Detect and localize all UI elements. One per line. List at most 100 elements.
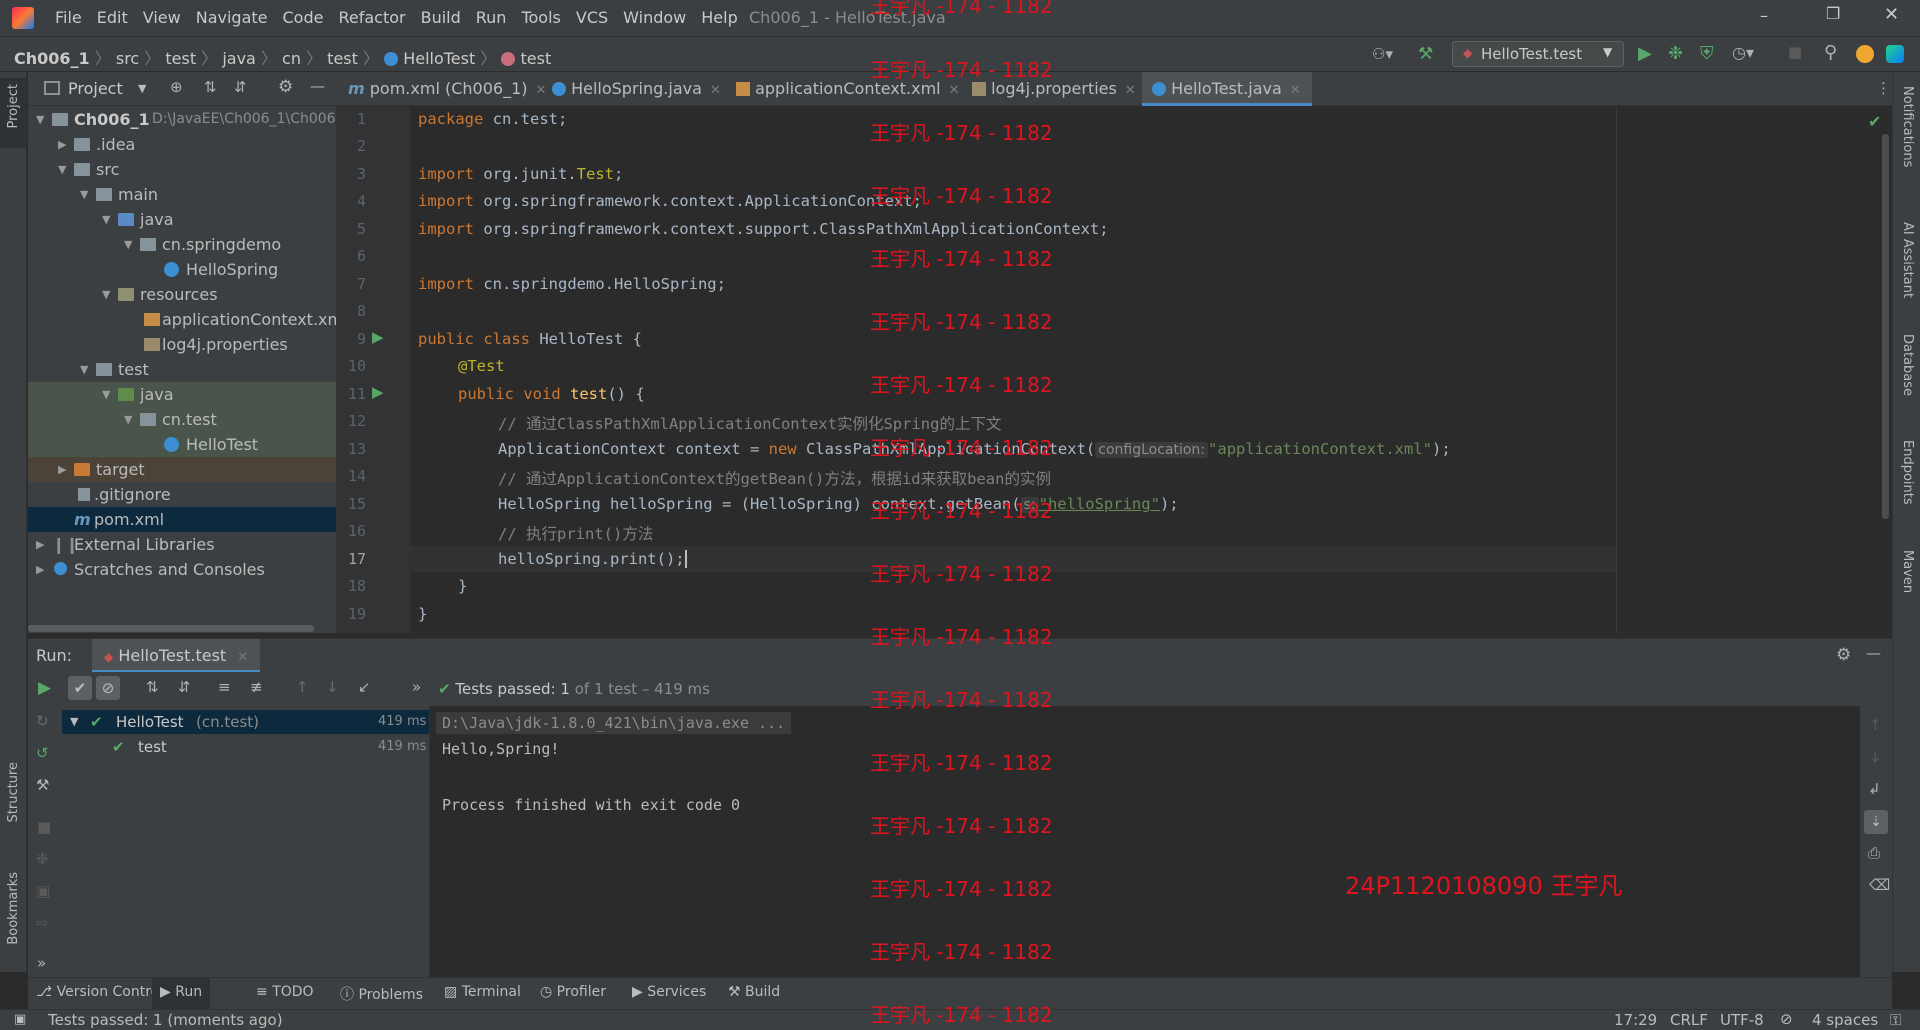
test-row[interactable]: ✔ test 419 ms — [62, 735, 429, 759]
menu-refactor[interactable]: Refactor — [338, 8, 405, 27]
tree-item-target[interactable]: ▶ target — [28, 457, 336, 482]
coverage-icon[interactable]: ⛨ — [1700, 43, 1714, 64]
gear-icon[interactable]: ⚙ — [278, 77, 293, 97]
tree-item-main[interactable]: ▼ main — [28, 182, 336, 207]
ide-logo-icon[interactable] — [1886, 45, 1904, 63]
scroll-to-end-icon[interactable]: ⇣ — [1864, 810, 1888, 834]
tree-item-log4j[interactable]: log4j.properties — [28, 332, 336, 357]
exit-icon[interactable]: ⇨ — [36, 914, 49, 932]
more-icon[interactable]: » — [412, 678, 421, 696]
breadcrumb-project[interactable]: Ch006_1 — [14, 49, 90, 68]
previous-icon[interactable]: ↑ — [296, 678, 309, 696]
camera-icon[interactable]: ▣ — [36, 882, 50, 900]
menu-tools[interactable]: Tools — [521, 8, 560, 27]
menu-run[interactable]: Run — [476, 8, 507, 27]
inspection-ok-icon[interactable]: ✔ — [1868, 112, 1881, 131]
breadcrumb-java[interactable]: java — [222, 49, 256, 68]
status-message[interactable]: Tests passed: 1 (moments ago) — [48, 1011, 283, 1029]
run-tab[interactable]: ◆ HelloTest.test ✕ — [92, 639, 261, 673]
minimize-button[interactable]: – — [1760, 6, 1768, 25]
console-output[interactable]: D:\Java\jdk-1.8.0_421\bin\java.exe ... H… — [430, 706, 1860, 977]
run-test-method-icon[interactable]: ▶ — [372, 383, 384, 401]
toggle-auto-test-icon[interactable]: ↺ — [36, 744, 49, 762]
notifications-tool-button[interactable]: Notifications — [1900, 86, 1915, 167]
rerun-icon[interactable]: ▶ — [38, 678, 51, 698]
tree-item-test-java[interactable]: ▼ java — [28, 382, 336, 407]
export-icon[interactable]: ↙ — [358, 678, 371, 696]
tab-services[interactable]: ▶ Services — [632, 984, 706, 1000]
wrench-icon[interactable]: ⚒ — [36, 776, 49, 794]
user-icon[interactable]: ⚇▾ — [1372, 45, 1393, 63]
expand-all-icon[interactable]: ⇅ — [204, 78, 217, 96]
more-icon[interactable]: » — [37, 954, 46, 972]
no-lock-icon[interactable]: ⊘ — [1780, 1010, 1793, 1028]
indent-setting[interactable]: 4 spaces — [1812, 1011, 1878, 1029]
lock-icon[interactable]: ⚿ — [1890, 1011, 1901, 1029]
chevron-down-icon[interactable]: ▼ — [70, 710, 78, 734]
sort-alpha-icon[interactable]: ⇅ — [146, 678, 159, 696]
run-test-class-icon[interactable]: ▶ — [372, 328, 384, 346]
menu-file[interactable]: File — [55, 8, 82, 27]
close-icon[interactable]: ✕ — [535, 83, 546, 98]
menu-window[interactable]: Window — [623, 8, 686, 27]
tree-item-applicationcontext[interactable]: applicationContext.xm — [28, 307, 336, 332]
tree-item-scratches[interactable]: ▶ Scratches and Consoles — [28, 557, 336, 582]
breadcrumb-test-pkg[interactable]: test — [327, 49, 358, 68]
collapse-all-icon[interactable]: ≢ — [250, 678, 263, 696]
run-config-select[interactable]: ◆ HelloTest.test ▼ — [1452, 41, 1624, 67]
project-tool-button[interactable]: Project — [0, 78, 27, 148]
tree-item-resources[interactable]: ▼ resources — [28, 282, 336, 307]
caret-position[interactable]: 17:29 — [1614, 1011, 1657, 1029]
tree-item-test[interactable]: ▼ test — [28, 357, 336, 382]
bookmarks-tool-button[interactable]: Bookmarks — [6, 872, 21, 945]
tab-pom[interactable]: m pom.xml (Ch006_1) ✕ — [348, 72, 546, 106]
profile-icon[interactable]: ◷▾ — [1732, 43, 1754, 62]
breadcrumb-test[interactable]: test — [165, 49, 196, 68]
tab-build[interactable]: ⚒ Build — [728, 984, 780, 1000]
close-icon[interactable]: ✕ — [949, 83, 960, 98]
debug-icon[interactable]: ❉ — [1668, 43, 1683, 64]
console-command-line[interactable]: D:\Java\jdk-1.8.0_421\bin\java.exe ... — [436, 712, 792, 734]
search-icon[interactable]: ⚲ — [1824, 42, 1837, 63]
vertical-scrollbar[interactable] — [1882, 134, 1889, 519]
close-icon[interactable]: ✕ — [1290, 83, 1301, 98]
tree-item-cn-springdemo[interactable]: ▼ cn.springdemo — [28, 232, 336, 257]
tree-item-main-java[interactable]: ▼ java — [28, 207, 336, 232]
tab-terminal[interactable]: ▨ Terminal — [444, 984, 521, 1000]
run-icon[interactable]: ▶ — [1638, 43, 1652, 64]
tab-hellotest[interactable]: HelloTest.java ✕ — [1142, 72, 1312, 106]
layout-icon[interactable]: ▣ — [14, 1012, 26, 1027]
breadcrumb-method[interactable]: test — [521, 49, 552, 68]
app-logo-icon[interactable] — [12, 7, 34, 29]
show-ignored-toggle[interactable]: ⊘ — [96, 676, 120, 700]
tree-item-gitignore[interactable]: .gitignore — [28, 482, 336, 507]
trash-icon[interactable]: ⌫ — [1869, 876, 1890, 894]
breadcrumb-cn[interactable]: cn — [282, 49, 301, 68]
tab-problems[interactable]: ⓘ Problems — [340, 984, 423, 1004]
line-separator[interactable]: CRLF — [1670, 1011, 1708, 1029]
locate-icon[interactable]: ⊕ — [170, 78, 183, 96]
sort-duration-icon[interactable]: ⇵ — [178, 678, 191, 696]
expand-all-icon[interactable]: ≡ — [218, 678, 231, 696]
build-hammer-icon[interactable]: ⚒ — [1418, 44, 1433, 64]
menu-build[interactable]: Build — [421, 8, 461, 27]
tree-item-project[interactable]: ▼ Ch006_1 D:\JavaEE\Ch006_1\Ch006 — [28, 107, 336, 132]
stop-icon[interactable]: ■ — [37, 818, 51, 836]
menu-vcs[interactable]: VCS — [576, 8, 608, 27]
tab-profiler[interactable]: ◷ Profiler — [540, 984, 606, 1000]
print-icon[interactable]: ⎙ — [1868, 844, 1880, 862]
hide-icon[interactable]: — — [310, 77, 325, 95]
next-icon[interactable]: ↓ — [326, 678, 339, 696]
test-row[interactable]: ▼ ✔ HelloTest (cn.test) 419 ms — [62, 710, 429, 734]
database-tool-button[interactable]: Database — [1900, 334, 1915, 396]
collapse-all-icon[interactable]: ⇵ — [234, 78, 247, 96]
down-arrow-icon[interactable]: ↓ — [1869, 748, 1882, 766]
tree-item-external-libraries[interactable]: ▶ ❙❙ External Libraries — [28, 532, 336, 557]
menu-code[interactable]: Code — [283, 8, 324, 27]
breadcrumb-src[interactable]: src — [116, 49, 139, 68]
tree-item-cn-test[interactable]: ▼ cn.test — [28, 407, 336, 432]
close-button[interactable]: ✕ — [1884, 4, 1899, 25]
tree-item-src[interactable]: ▼ src — [28, 157, 336, 182]
menu-navigate[interactable]: Navigate — [196, 8, 268, 27]
gear-icon[interactable]: ⚙ — [1836, 645, 1851, 665]
